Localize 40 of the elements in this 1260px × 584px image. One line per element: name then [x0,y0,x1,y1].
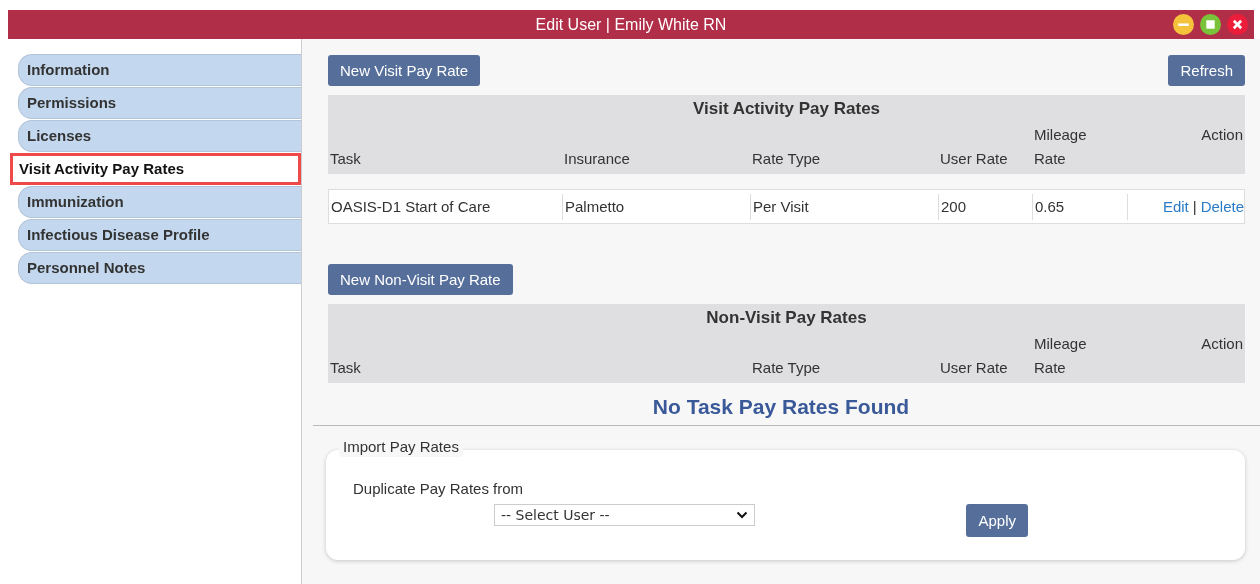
empty-message: No Task Pay Rates Found [651,395,911,419]
sidebar-tab[interactable]: Visit Activity Pay Rates [10,153,301,185]
sidebar-tab[interactable]: Permissions [18,87,301,119]
separator: | [1192,197,1197,215]
sidebar-tab[interactable]: Licenses [18,120,301,152]
new-non-visit-pay-rate-button[interactable]: New Non-Visit Pay Rate [328,264,513,295]
column-header: Rate Type [751,358,822,378]
chevron-icon [736,511,748,519]
column-header: Mileage Rate [1033,334,1088,378]
column-header: Action [1200,334,1243,354]
minimize-icon[interactable] [1173,14,1194,35]
table-cell: 200 [939,193,1033,220]
sidebar-tab[interactable]: Immunization [18,186,301,218]
column-header: Insurance [563,149,631,169]
delete-link[interactable]: Delete [1200,197,1244,215]
table-cell: Per Visit [751,193,939,220]
column-header: User Rate [939,149,1009,169]
column-header: Task [329,358,362,378]
column-header: User Rate [939,358,1009,378]
edit-link[interactable]: Edit [1162,197,1189,215]
column-header: Rate Type [751,149,822,169]
table-cell: OASIS-D1 Start of Care [329,193,563,220]
sidebar-tab[interactable]: Information [18,54,301,86]
apply-button[interactable]: Apply [966,504,1028,537]
table-title: Non-Visit Pay Rates [705,308,868,328]
column-header: Action [1200,125,1243,145]
table-cell: Palmetto [563,193,751,220]
new-visit-pay-rate-button[interactable]: New Visit Pay Rate [328,55,481,86]
sidebar-tab[interactable]: Personnel Notes [18,252,301,284]
column-header: Task [329,149,362,169]
window-title: Edit User | Emily White RN [535,15,727,34]
maximize-icon[interactable] [1200,14,1221,35]
close-icon[interactable] [1227,14,1248,35]
field-label: Duplicate Pay Rates from [353,480,525,497]
column-header: Mileage Rate [1033,125,1088,169]
user-select[interactable]: -- Select User -- [494,504,755,526]
refresh-button[interactable]: Refresh [1168,55,1245,86]
table-cell: 0.65 [1033,193,1128,220]
sidebar-tab[interactable]: Infectious Disease Profile [18,219,301,251]
table-title: Visit Activity Pay Rates [691,99,882,119]
